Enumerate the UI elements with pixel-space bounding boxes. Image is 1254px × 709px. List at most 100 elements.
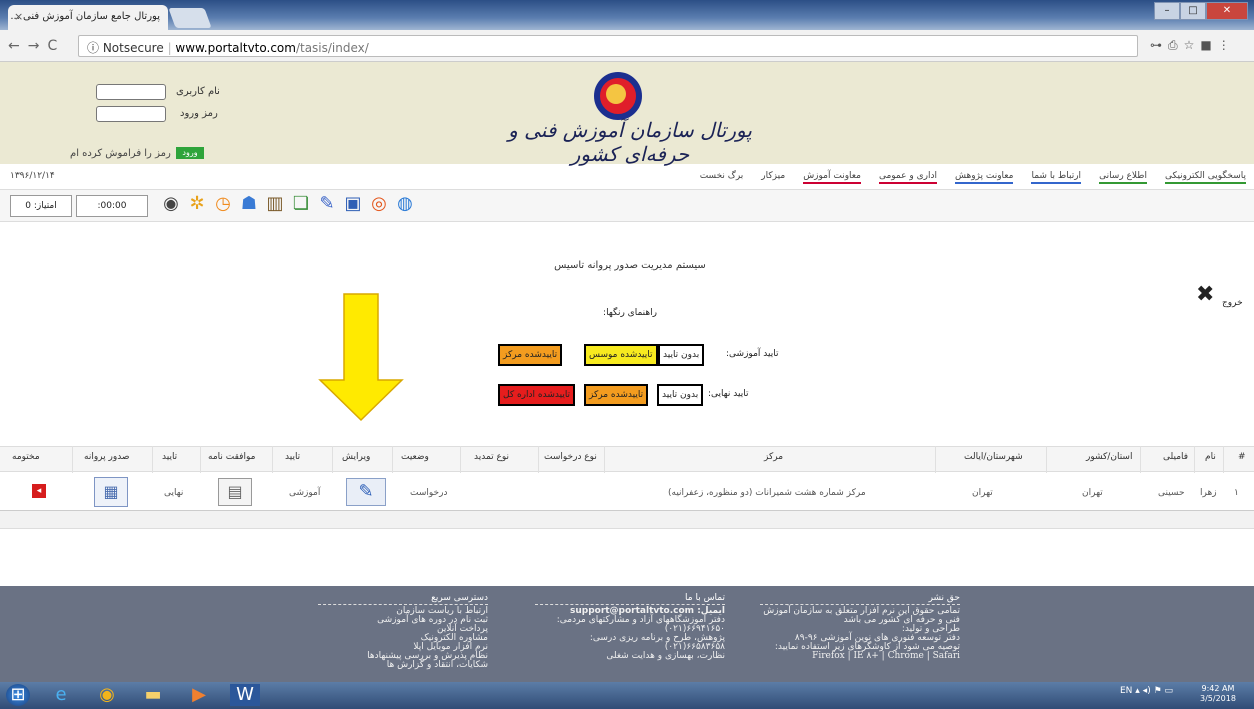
legend-edu-founder: تاییدشده موسس — [584, 344, 658, 366]
close-window-icon[interactable]: ✕ — [1206, 2, 1248, 20]
table-row — [0, 473, 1254, 511]
nav-buttons: ←→C — [8, 38, 65, 54]
main-menu: برگ نخست میزکار معاونت آموزش اداری و عمو… — [700, 171, 1246, 184]
copyright-line: تمامی حقوق این نرم افزار متعلق به سازمان… — [763, 606, 960, 625]
quick-access-section: دسترسی سریع ارتباط با ریاست سازمان ثبت ن… — [318, 594, 488, 670]
login-button[interactable]: ورود — [176, 147, 204, 159]
legend-final-center: تاییدشده مرکز — [584, 384, 649, 406]
edit-form-icon[interactable]: ✎ — [316, 193, 338, 215]
contact-title: تماس با ما — [535, 594, 725, 605]
menu-item-research[interactable]: معاونت پژوهش — [954, 171, 1014, 184]
col-header-request-type[interactable]: نوع درخواست — [544, 452, 597, 462]
library-icon[interactable]: ▥ — [264, 193, 286, 215]
reload-icon[interactable]: C — [47, 38, 65, 54]
file-explorer-icon[interactable]: ▬ — [138, 684, 168, 706]
supported-browsers: Firefox | IE ۸+ | Chrome | Safari — [812, 651, 960, 661]
start-button-icon[interactable]: ⊞ — [6, 684, 30, 706]
menu-item-desk[interactable]: میزکار — [761, 171, 785, 184]
security-indicator[interactable]: ⓘ Notsecure — [87, 41, 164, 55]
contact-line: دفتر آموزشگاههای آزاد و مشارکتهای مردمی:… — [556, 615, 725, 634]
menu-item-education[interactable]: معاونت آموزش — [803, 171, 861, 184]
cell-status: درخواست — [410, 488, 448, 498]
webcam-icon[interactable]: ◉ — [160, 193, 182, 215]
clock-time: 9:42 AM — [1201, 684, 1235, 693]
col-header-approval[interactable]: تایید — [285, 452, 300, 462]
key-icon[interactable]: ⊶ — [1150, 38, 1168, 52]
edit-document-icon[interactable]: ✎ — [346, 478, 386, 506]
col-header-family[interactable]: فامیلی — [1163, 452, 1188, 462]
window-controls: – □ ✕ — [1154, 2, 1248, 20]
col-header-final-approval[interactable]: تایید — [162, 452, 177, 462]
menu-item-home[interactable]: برگ نخست — [700, 171, 744, 184]
exit-icon[interactable]: ✖ — [1196, 282, 1214, 307]
agreement-document-icon[interactable]: ▤ — [218, 478, 252, 506]
media-player-icon[interactable]: ▶ — [184, 684, 214, 706]
legend-edu-center: تاییدشده مرکز — [498, 344, 563, 366]
exit-label[interactable]: خروج — [1222, 298, 1243, 308]
lifebuoy-icon[interactable]: ◎ — [368, 193, 390, 215]
cell-last-name: حسینی — [1158, 488, 1185, 498]
close-case-icon[interactable]: ◂ — [32, 484, 46, 498]
tray-icons[interactable]: ▴ ◂) ⚑ ▭ — [1135, 686, 1173, 696]
clock-icon[interactable]: ◷ — [212, 193, 234, 215]
legend-final-office: تاییدشده اداره کل — [498, 384, 576, 406]
col-header-index: # — [1238, 452, 1246, 462]
users-icon[interactable]: ☗ — [238, 193, 260, 215]
extension-icon[interactable]: ■ — [1200, 38, 1217, 52]
address-input[interactable]: ⓘ Notsecure | www.portaltvto.com/tasis/i… — [78, 35, 1138, 57]
forgot-password-link[interactable]: رمز را فراموش کرده ام — [70, 148, 171, 159]
col-header-name[interactable]: نام — [1205, 452, 1216, 462]
col-header-renewal-type[interactable]: نوع تمدید — [474, 452, 509, 462]
documents-icon[interactable]: ❏ — [290, 193, 312, 215]
system-title: سیستم مدیریت صدور پروانه تاسیس — [554, 260, 706, 271]
current-date: ۱۳۹۶/۱۲/۱۴ — [10, 171, 55, 181]
col-header-province[interactable]: استان/کشور — [1086, 452, 1132, 462]
monitor-icon[interactable]: ▣ — [342, 193, 364, 215]
cell-approval: آموزشی — [289, 488, 321, 498]
maximize-icon[interactable]: □ — [1180, 2, 1206, 20]
settings-gear-icon[interactable]: ✲ — [186, 193, 208, 215]
tab-title: پورتال جامع سازمان آموزش فنی ... — [10, 11, 160, 22]
legend-edu-none: بدون تایید — [658, 344, 705, 366]
taskbar-clock[interactable]: 9:42 AM 3/5/2018 — [1200, 684, 1236, 704]
chrome-icon[interactable]: ◉ — [92, 684, 122, 706]
copyright-section: حق نشر تمامی حقوق این نرم افزار متعلق به… — [760, 594, 960, 661]
menu-item-e-response[interactable]: پاسخگویی الکترونیکی — [1164, 171, 1246, 184]
menu-item-news[interactable]: اطلاع رسانی — [1099, 171, 1147, 184]
username-input[interactable] — [96, 84, 166, 100]
password-input[interactable] — [96, 106, 166, 122]
menu-icon[interactable]: ⋮ — [1218, 38, 1236, 52]
minimize-icon[interactable]: – — [1154, 2, 1180, 20]
clock-date: 3/5/2018 — [1200, 694, 1236, 703]
col-header-edit[interactable]: ویرایش — [342, 452, 370, 462]
col-header-closed[interactable]: مختومه — [12, 452, 40, 462]
license-certificate-icon[interactable]: ▦ — [94, 477, 128, 507]
username-label: نام کاربری — [176, 86, 220, 97]
quick-link[interactable]: شکایات، انتقاد و گزارش ها — [318, 661, 488, 670]
globe-icon[interactable]: ◍ — [394, 193, 416, 215]
cell-province: تهران — [1082, 488, 1103, 498]
star-icon[interactable]: ☆ — [1184, 38, 1201, 52]
menu-item-admin[interactable]: اداری و عمومی — [878, 171, 937, 184]
col-header-center[interactable]: مرکز — [764, 452, 783, 462]
col-header-city[interactable]: شهرستان/ایالت — [964, 452, 1023, 462]
color-guide-title: راهنمای رنگها: — [603, 308, 657, 318]
score-display: امتیاز: 0 — [10, 195, 72, 217]
translate-icon[interactable]: ⎙ — [1168, 38, 1184, 52]
copyright-title: حق نشر — [760, 594, 960, 605]
new-tab-button[interactable] — [168, 8, 212, 28]
browser-tab[interactable]: × پورتال جامع سازمان آموزش فنی ... — [8, 5, 168, 30]
tab-close-icon[interactable]: × — [14, 10, 23, 23]
cell-center: مرکز شماره هشت شمیرانات (دو منظوره، زعفر… — [668, 488, 866, 498]
internet-explorer-icon[interactable]: e — [46, 684, 76, 706]
back-icon[interactable]: ← — [8, 38, 28, 54]
col-header-agreement[interactable]: موافقت نامه — [208, 452, 255, 462]
col-header-status[interactable]: وضعیت — [401, 452, 429, 462]
word-icon[interactable]: W — [230, 684, 260, 706]
toolbar-icons: ◉ ✲ ◷ ☗ ▥ ❏ ✎ ▣ ◎ ◍ — [160, 193, 416, 215]
col-header-license[interactable]: صدور پروانه — [84, 452, 130, 462]
language-indicator[interactable]: EN — [1120, 686, 1132, 696]
system-tray: EN ▴ ◂) ⚑ ▭ — [1120, 686, 1173, 696]
forward-icon[interactable]: → — [28, 38, 48, 54]
menu-item-contact[interactable]: ارتباط با شما — [1031, 171, 1082, 184]
